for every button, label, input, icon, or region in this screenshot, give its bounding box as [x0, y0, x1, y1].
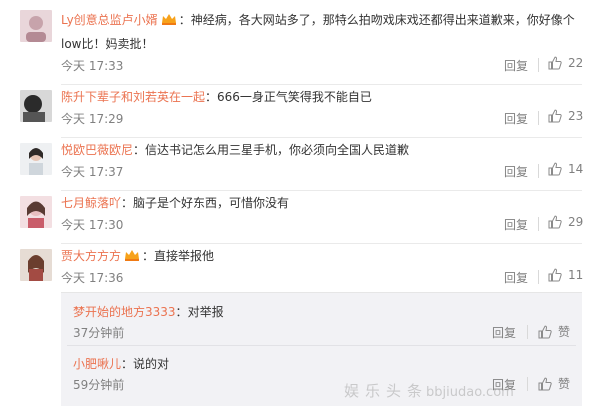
comment-text: 信达书记怎么用三星手机，你必须向全国人民道歉 [145, 143, 410, 157]
sub-reply-text: 说的对 [133, 357, 170, 371]
action-separator [538, 111, 539, 125]
comment-username[interactable]: 陈升下辈子和刘若英在一起 [61, 90, 205, 104]
comment-text-continued: low比！妈卖批！ [61, 37, 154, 51]
thumbs-up-icon [548, 162, 562, 176]
comment-username[interactable]: 七月鲸落吖 [61, 196, 121, 210]
comment-text: 直接举报他 [154, 249, 215, 263]
like-button[interactable]: 22 [548, 56, 583, 70]
comment-body: 悦欧巴薇欧尼：信达书记怎么用三星手机，你必须向全国人民道歉 [61, 138, 591, 162]
sub-reply-body: 小肥啾儿：说的对 [73, 354, 169, 374]
like-count: 22 [568, 56, 584, 70]
vip-badge-icon [124, 245, 140, 261]
like-label: 赞 [558, 377, 571, 391]
like-count: 14 [568, 162, 584, 176]
sub-reply-time: 37分钟前 [73, 326, 125, 340]
colon: ： [142, 249, 155, 263]
like-count: 23 [568, 109, 584, 123]
watermark-site: bbjiudao.com [426, 385, 514, 400]
thumbs-up-icon [548, 109, 562, 123]
colon: ： [121, 196, 134, 210]
action-separator [538, 58, 539, 72]
comment-time: 今天 17:30 [61, 218, 124, 232]
reply-button[interactable]: 回复 [504, 57, 528, 74]
action-separator [538, 164, 539, 178]
sub-reply-username[interactable]: 梦开始的地方3333 [73, 305, 176, 319]
colon: ： [178, 13, 191, 27]
avatar[interactable] [20, 249, 52, 281]
sub-reply-body: 梦开始的地方3333：对举报 [73, 302, 224, 322]
action-separator [527, 325, 528, 339]
thumbs-up-icon [548, 215, 562, 229]
like-label: 赞 [558, 325, 571, 339]
avatar[interactable] [20, 10, 52, 42]
sub-reply-time: 59分钟前 [73, 378, 125, 392]
watermark: 娱乐头条bbjiudao.com [344, 380, 514, 401]
vip-badge-icon [161, 9, 177, 25]
comment-text: 神经病，各大网站多了，那特么拍吻戏床戏还都得出来道歉来，你好像个 [190, 13, 575, 27]
comment-body: Ly创意总监卢小婿 ：神经病，各大网站多了，那特么拍吻戏床戏还都得出来道歉来，你好… [61, 8, 591, 56]
comment-body: 贾大方方方 ：直接举报他 [61, 244, 591, 268]
colon: ： [175, 305, 188, 319]
reply-button[interactable]: 回复 [504, 269, 528, 286]
comment-body: 七月鲸落吖：脑子是个好东西，可惜你没有 [61, 191, 591, 215]
like-button[interactable]: 赞 [538, 323, 570, 340]
thumbs-up-icon [538, 377, 552, 390]
reply-button[interactable]: 回复 [504, 216, 528, 233]
sub-reply-text: 对举报 [187, 305, 224, 319]
comment-item: 陈升下辈子和刘若英在一起：666一身正气笑得我不能自已 今天 17:29 回复 … [0, 85, 602, 138]
like-count: 29 [568, 215, 584, 229]
comment-time: 今天 17:33 [61, 59, 124, 73]
comment-time: 今天 17:29 [61, 112, 124, 126]
action-separator [538, 217, 539, 231]
comment-item: Ly创意总监卢小婿 ：神经病，各大网站多了，那特么拍吻戏床戏还都得出来道歉来，你好… [0, 0, 602, 85]
like-button[interactable]: 11 [548, 268, 583, 282]
reply-button[interactable]: 回复 [492, 324, 516, 341]
comment-text: 脑子是个好东西，可惜你没有 [133, 196, 290, 210]
action-separator [538, 270, 539, 284]
comment-body: 陈升下辈子和刘若英在一起：666一身正气笑得我不能自已 [61, 85, 591, 109]
comment-time: 今天 17:36 [61, 271, 124, 285]
comment-item: 七月鲸落吖：脑子是个好东西，可惜你没有 今天 17:30 回复 29 [0, 191, 602, 244]
avatar[interactable] [20, 143, 52, 175]
colon: ： [133, 143, 146, 157]
comment-username[interactable]: Ly创意总监卢小婿 [61, 13, 158, 27]
thumbs-up-icon [548, 56, 562, 70]
comment-username[interactable]: 悦欧巴薇欧尼 [61, 143, 133, 157]
comment-username[interactable]: 贾大方方方 [61, 249, 121, 263]
comment-item: 贾大方方方 ：直接举报他 今天 17:36 回复 11 [0, 244, 602, 292]
colon: ： [205, 90, 218, 104]
comment-time: 今天 17:37 [61, 165, 124, 179]
like-button[interactable]: 29 [548, 215, 583, 229]
avatar[interactable] [20, 196, 52, 228]
like-button[interactable]: 14 [548, 162, 583, 176]
sub-reply-item: 梦开始的地方3333：对举报 37分钟前 回复 赞 [73, 302, 578, 347]
divider [67, 345, 576, 346]
reply-button[interactable]: 回复 [504, 110, 528, 127]
like-button[interactable]: 赞 [538, 375, 570, 392]
avatar[interactable] [20, 90, 52, 122]
thumbs-up-icon [538, 325, 552, 338]
comment-text: 666一身正气笑得我不能自已 [217, 90, 372, 104]
sub-reply-username[interactable]: 小肥啾儿 [73, 357, 121, 371]
reply-button[interactable]: 回复 [504, 163, 528, 180]
action-separator [527, 377, 528, 391]
comment-item: 悦欧巴薇欧尼：信达书记怎么用三星手机，你必须向全国人民道歉 今天 17:37 回… [0, 138, 602, 191]
like-button[interactable]: 23 [548, 109, 583, 123]
thumbs-up-icon [548, 268, 562, 282]
like-count: 11 [568, 268, 584, 282]
colon: ： [121, 357, 134, 371]
watermark-text: 娱乐头条 [344, 382, 429, 400]
